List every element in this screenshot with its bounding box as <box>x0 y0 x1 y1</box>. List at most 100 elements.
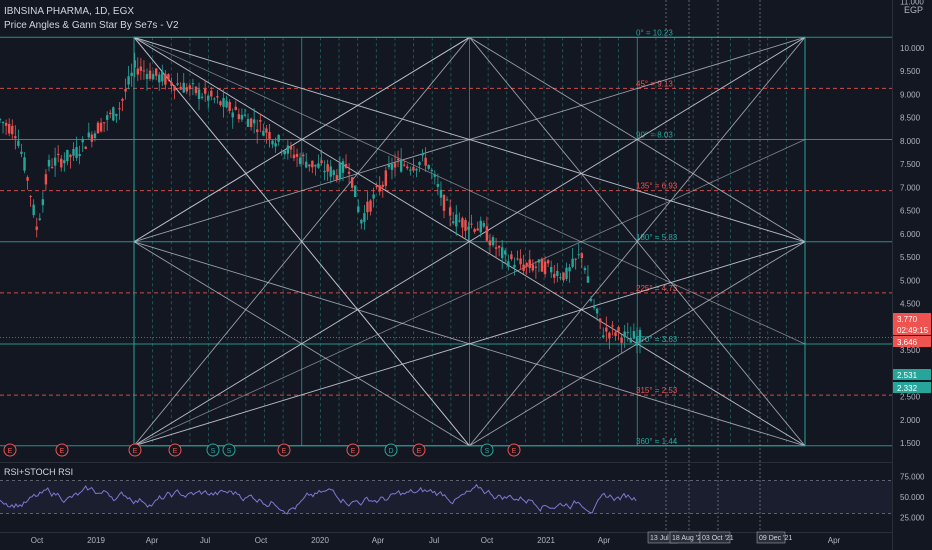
candle-body <box>53 157 57 166</box>
candle-body <box>234 106 237 110</box>
indicator-title: Price Angles & Gann Star By Se7s - V2 <box>4 20 179 31</box>
candle-body <box>617 327 620 332</box>
candle-body <box>17 140 20 146</box>
candle-body <box>136 68 139 75</box>
candle-body <box>363 213 366 222</box>
candle-body <box>207 95 210 101</box>
candle-body <box>354 185 357 197</box>
candle-body <box>222 98 225 107</box>
candle-body <box>488 240 492 246</box>
candle-body <box>568 267 571 272</box>
candle-body <box>589 298 593 301</box>
candle-body <box>161 71 164 82</box>
candle-body <box>476 228 479 231</box>
price-axis-tick: 6.500 <box>900 207 921 216</box>
candle-body <box>274 143 277 147</box>
candle-body <box>115 113 118 116</box>
event-marker-letter: E <box>173 448 178 455</box>
candle-body <box>403 164 406 166</box>
candle-body <box>430 170 433 172</box>
candle-body <box>256 129 259 133</box>
candle-body <box>96 122 100 134</box>
price-axis-tick: 1.500 <box>900 439 921 448</box>
candle-body <box>133 60 136 68</box>
candle-body <box>142 70 146 72</box>
candle-body <box>203 88 207 94</box>
candle-body <box>69 154 72 158</box>
candle-body <box>191 83 195 85</box>
price-axis-tick: 9.500 <box>900 67 921 76</box>
candle-body <box>350 177 354 188</box>
candle-body <box>602 335 605 338</box>
candle-body <box>507 261 510 267</box>
candle-body <box>216 96 219 98</box>
rsi-axis-tick: 75.000 <box>900 472 925 481</box>
candle-body <box>56 153 60 155</box>
candle-body <box>473 229 476 232</box>
candle-body <box>213 98 216 100</box>
candle-body <box>252 119 256 124</box>
candle-body <box>23 157 26 171</box>
candle-body <box>311 160 314 168</box>
candle-body <box>540 258 544 272</box>
event-marker-letter: S <box>485 448 490 455</box>
candle-body <box>415 168 418 171</box>
candle-body <box>614 332 617 336</box>
gann-level-label: 90° = 8.03 <box>636 131 673 140</box>
candle-body <box>90 134 94 142</box>
candle-body <box>360 219 363 224</box>
chart-canvas[interactable]: 0° = 10.2345° = 9.1390° = 8.03135° = 6.9… <box>0 0 932 550</box>
candle-body <box>277 134 280 142</box>
time-axis-tick: Oct <box>31 536 44 545</box>
candle-body <box>381 184 384 188</box>
candle-body <box>626 332 629 334</box>
candle-body <box>179 86 182 90</box>
candle-body <box>4 122 8 126</box>
candle-body <box>583 268 587 271</box>
candle-body <box>182 82 185 93</box>
candle-body <box>448 207 452 216</box>
candle-body <box>485 226 489 241</box>
candle-body <box>145 73 149 80</box>
candle-body <box>335 175 339 180</box>
price-badge-text: 3.646 <box>897 338 918 347</box>
candle-body <box>556 270 559 276</box>
candle-body <box>605 327 608 332</box>
gann-level-label: 0° = 10.23 <box>636 28 673 37</box>
candle-body <box>118 108 121 110</box>
candle-body <box>283 150 286 155</box>
candle-body <box>341 161 345 173</box>
price-axis-tick: 5.500 <box>900 253 921 262</box>
time-axis-tick: Jul <box>429 536 439 545</box>
candle-body <box>390 164 394 170</box>
candle-body <box>332 170 335 175</box>
candle-body <box>427 165 430 169</box>
candle-body <box>409 169 412 171</box>
price-axis-tick: 8.000 <box>900 137 921 146</box>
candle-body <box>240 114 244 120</box>
candle-body <box>35 226 38 230</box>
candle-body <box>265 128 268 133</box>
price-axis-tick: 6.000 <box>900 230 921 239</box>
candle-body <box>60 158 63 168</box>
candle-body <box>562 272 565 281</box>
time-axis-tick: 2019 <box>87 536 105 545</box>
candle-body <box>173 85 176 91</box>
event-marker-letter: S <box>211 448 216 455</box>
candle-body <box>347 171 351 174</box>
candle-body <box>393 163 397 168</box>
candle-body <box>384 170 388 186</box>
rsi-axis-tick: 25.000 <box>900 514 925 523</box>
candle-body <box>406 166 409 169</box>
candle-body <box>598 318 602 323</box>
price-badge-text: 2.531 <box>897 371 918 380</box>
candle-body <box>329 166 332 177</box>
candle-body <box>387 164 391 168</box>
candle-body <box>50 166 54 168</box>
candle-body <box>378 185 381 192</box>
rsi-pane-title: RSI+STOCH RSI <box>4 467 74 477</box>
candle-body <box>158 74 161 83</box>
candle-body <box>510 254 513 260</box>
candle-body <box>525 263 528 266</box>
candle-body <box>549 266 553 273</box>
